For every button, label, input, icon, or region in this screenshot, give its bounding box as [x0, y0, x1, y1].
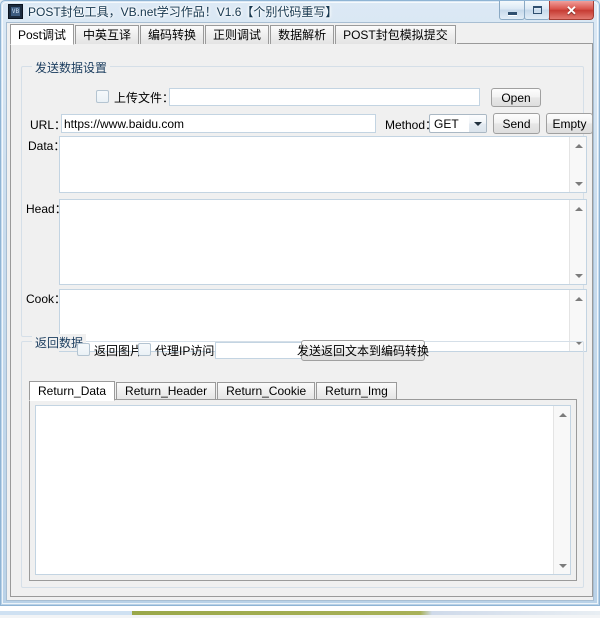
return-image-checkbox[interactable]	[77, 343, 90, 356]
scroll-up-icon[interactable]	[570, 200, 587, 217]
send-return-text-to-encoder-button[interactable]: 发送返回文本到编码转换	[301, 340, 425, 361]
minimize-icon	[508, 12, 517, 15]
data-textarea[interactable]	[59, 136, 587, 193]
return-tab-page	[29, 399, 577, 581]
desktop-background-strip	[0, 604, 600, 618]
tab-return-cookie[interactable]: Return_Cookie	[217, 382, 315, 400]
upload-file-label: 上传文件：	[114, 91, 174, 105]
url-input[interactable]: https://www.baidu.com	[61, 114, 376, 133]
upload-file-checkbox[interactable]	[96, 90, 109, 103]
scroll-down-icon[interactable]	[570, 175, 587, 192]
scroll-up-icon[interactable]	[554, 406, 571, 423]
maximize-icon	[533, 6, 542, 14]
return-image-label: 返回图片	[94, 344, 142, 358]
tab-strip-filler	[457, 25, 593, 44]
return-data-textarea-scrollbar[interactable]	[553, 406, 570, 574]
tab-data-parse[interactable]: 数据解析	[270, 25, 334, 44]
method-dropdown-arrow[interactable]	[469, 115, 486, 132]
window-title: POST封包工具，VB.net学习作品！V1.6【个别代码重写】	[28, 3, 337, 20]
return-tab-strip: Return_Data Return_Header Return_Cookie …	[29, 380, 577, 400]
minimize-button[interactable]	[499, 1, 525, 20]
empty-button[interactable]: Empty	[546, 113, 593, 134]
tab-translate[interactable]: 中英互译	[75, 25, 139, 44]
tab-return-data[interactable]: Return_Data	[29, 381, 115, 401]
scroll-down-icon[interactable]	[554, 557, 571, 574]
head-textarea-scrollbar[interactable]	[569, 200, 586, 284]
head-textarea-content[interactable]	[60, 200, 569, 284]
close-button[interactable]: ✕	[549, 1, 594, 20]
send-data-settings-title: 发送数据设置	[32, 59, 110, 76]
proxy-ip-checkbox[interactable]	[138, 343, 151, 356]
method-selected-value: GET	[434, 115, 459, 133]
return-data-textarea-content[interactable]	[36, 406, 553, 574]
caption-buttons: ✕	[500, 1, 594, 21]
send-button[interactable]: Send	[493, 113, 540, 134]
client-area: Post调试 中英互译 编码转换 正则调试 数据解析 POST封包模拟提交 发送…	[6, 22, 594, 601]
title-bar[interactable]: VB POST封包工具，VB.net学习作品！V1.6【个别代码重写】 ✕	[6, 1, 594, 22]
upload-file-input[interactable]	[169, 88, 480, 106]
tab-post-debug[interactable]: Post调试	[10, 24, 74, 45]
chevron-down-icon	[474, 122, 482, 126]
tab-return-img[interactable]: Return_Img	[316, 382, 397, 400]
open-button[interactable]: Open	[491, 88, 541, 107]
data-textarea-scrollbar[interactable]	[569, 137, 586, 192]
head-textarea[interactable]	[59, 199, 587, 285]
method-select[interactable]: GET	[429, 114, 487, 133]
tab-encoding-convert[interactable]: 编码转换	[140, 25, 204, 44]
data-textarea-content[interactable]	[60, 137, 569, 192]
app-icon-glyph: VB	[11, 7, 20, 16]
return-data-group: 返回数据 返回图片 代理IP访问： 发送返回文本到编码转换 Return_Dat…	[21, 341, 584, 588]
application-window: VB POST封包工具，VB.net学习作品！V1.6【个别代码重写】 ✕ Po…	[0, 0, 600, 606]
return-data-textarea[interactable]	[35, 405, 571, 575]
close-icon: ✕	[566, 4, 577, 17]
scroll-down-icon[interactable]	[570, 267, 587, 284]
application-icon: VB	[8, 4, 23, 19]
tab-page-post-debug: 发送数据设置 上传文件： Open URL： https://www.baidu…	[10, 44, 593, 597]
scroll-up-icon[interactable]	[570, 137, 587, 154]
tab-post-simulate-submit[interactable]: POST封包模拟提交	[335, 25, 456, 44]
tab-return-header[interactable]: Return_Header	[116, 382, 216, 400]
main-tab-strip: Post调试 中英互译 编码转换 正则调试 数据解析 POST封包模拟提交	[10, 25, 593, 45]
tab-regex-debug[interactable]: 正则调试	[205, 25, 269, 44]
scroll-up-icon[interactable]	[570, 290, 587, 307]
maximize-button[interactable]	[524, 1, 550, 20]
